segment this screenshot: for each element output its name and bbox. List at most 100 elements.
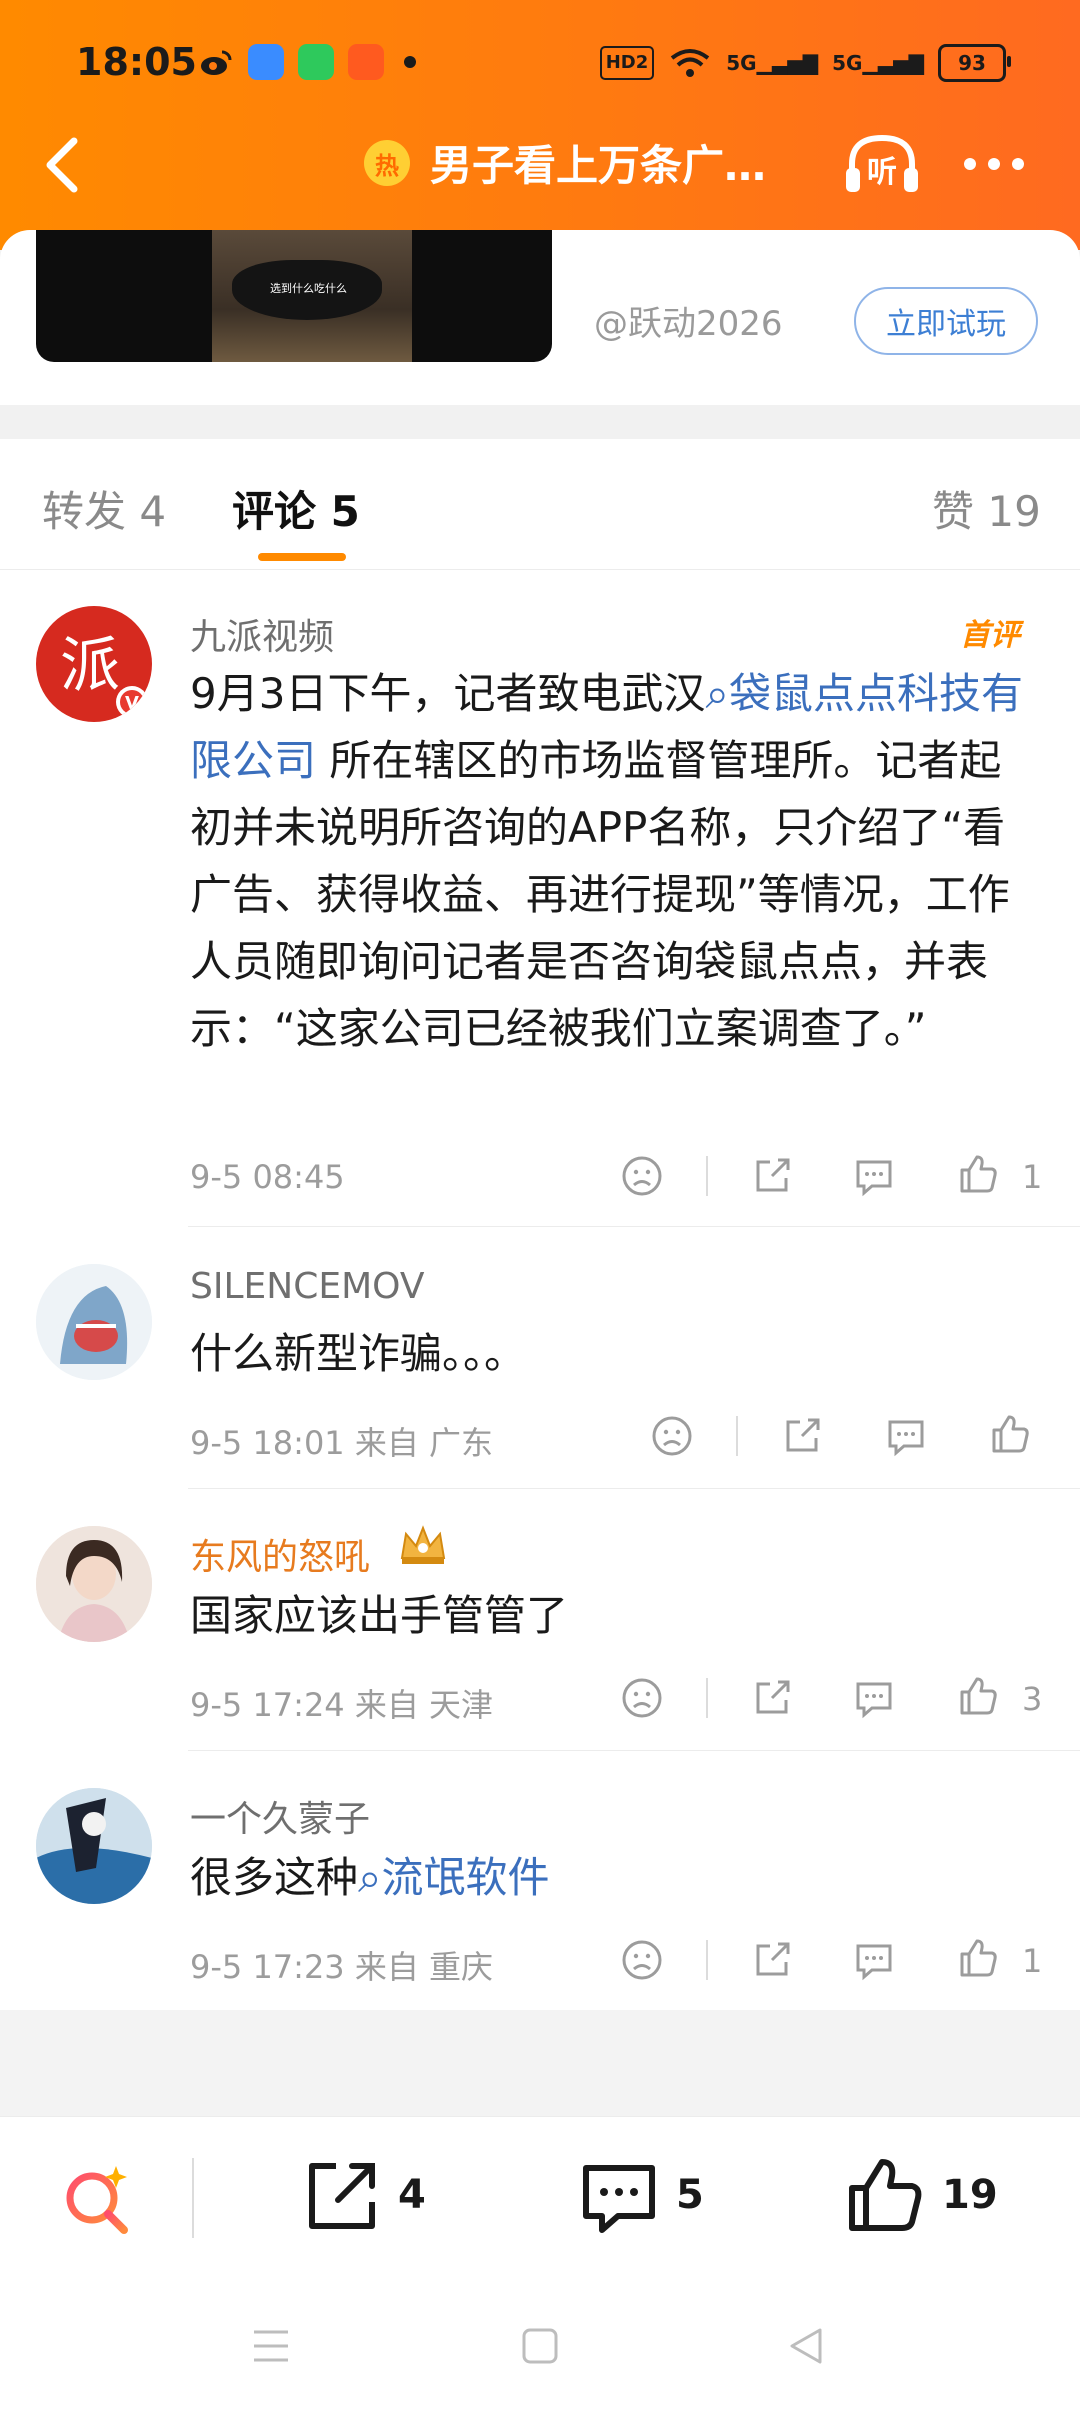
comment-time: 9-5 18:01 来自 广东 [190,1424,494,1462]
like-count-total: 19 [942,2172,998,2218]
action-separator [706,1156,708,1196]
hd-icon: HD2 [599,46,655,80]
share-button[interactable] [750,1676,794,1720]
comment-icon [583,2165,655,2233]
dislike-button[interactable] [650,1414,694,1458]
share-icon [309,2163,375,2229]
status-time: 18:05 [76,40,197,84]
comment-username[interactable]: 九派视频 [190,608,334,660]
try-now-button[interactable]: 立即试玩 [854,287,1038,355]
home-nav-button[interactable] [520,2326,560,2366]
share-icon [786,1418,820,1452]
tab-like[interactable]: 赞 19 [932,478,1041,539]
home-square-icon [522,2328,558,2364]
more-icon-dot-2 [988,158,1000,170]
like-icon [992,1415,1029,1453]
video-frame: 选到什么吃什么 [212,230,412,362]
like-button[interactable] [956,1152,1000,1196]
tab-active-indicator [258,553,346,561]
comment-text: 国家应该出手管管了 [190,1591,569,1640]
page-title[interactable]: 男子看上万条广… [430,132,766,193]
action-separator [706,1678,708,1718]
avatar[interactable] [36,1264,152,1380]
comment-count: 5 [676,2172,704,2218]
reply-button[interactable] [852,1938,896,1982]
comment-divider [188,1750,1080,1751]
bottom-separator [192,2158,194,2238]
like-button[interactable] [956,1936,1000,1980]
share-icon [756,1158,790,1192]
dislike-button[interactable] [620,1938,664,1982]
comment-time: 9-5 08:45 [190,1158,345,1196]
reply-button[interactable] [852,1676,896,1720]
share-button[interactable] [780,1414,824,1458]
tab-comment[interactable]: 评论 5 [232,478,360,539]
share-icon [756,1942,790,1976]
back-button[interactable] [38,135,88,195]
search-spark-icon [66,2166,128,2234]
listen-label: 听 [867,155,897,190]
reply-button[interactable] [884,1414,928,1458]
comment-icon [856,1682,892,1719]
ad-handle[interactable]: @跃动2026 [594,296,783,345]
comment-time: 9-5 17:24 来自 天津 [190,1686,494,1724]
back-triangle-icon [790,2328,822,2364]
more-icon-dot-3 [1012,158,1024,170]
reply-button[interactable] [852,1154,896,1198]
bottom-like-button[interactable] [844,2154,926,2236]
listen-icon: 听 [846,134,918,192]
more-icon-dot-1 [964,158,976,170]
listen-button[interactable]: 听 [842,130,922,196]
status-right-icons: HD2 5G▁▃▅▇ 5G▁▃▅▇ 93 [599,44,1011,82]
comment-username[interactable]: 一个久蒙子 [190,1790,370,1842]
comment-text: 什么新型诈骗。。。 [190,1329,527,1378]
repost-button[interactable] [300,2156,382,2238]
like-count: 1 [1022,1942,1043,1980]
status-app-icons [198,44,416,80]
like-count: 1 [1022,1158,1043,1196]
comment-icon [888,1420,924,1457]
comment-divider [188,1488,1080,1489]
app-blue-icon [248,44,284,80]
comment-time: 9-5 17:23 来自 重庆 [190,1948,494,1986]
repost-count: 4 [398,2172,426,2218]
comment-button[interactable] [578,2158,660,2240]
signal-5g-2: 5G▁▃▅▇ [832,51,924,75]
tab-repost[interactable]: 转发 4 [42,478,166,539]
signal-5g-1: 5G▁▃▅▇ [726,51,819,75]
share-button[interactable] [750,1938,794,1982]
section-gap [0,405,1080,439]
menu-nav-button[interactable] [250,2326,292,2366]
avatar[interactable] [36,1526,152,1642]
topic-link[interactable]: ⌕流氓软件 [358,1853,550,1902]
comment-username[interactable]: 东风的怒吼 [190,1528,370,1580]
svg-text:派: 派 [60,631,120,701]
search-spark-button[interactable] [58,2160,138,2240]
share-button[interactable] [750,1154,794,1198]
avatar[interactable]: 派V [36,606,152,722]
comment-username[interactable]: SILENCEMOV [190,1266,424,1307]
share-icon [756,1680,790,1714]
battery-icon: 93 [938,44,1011,82]
like-icon [960,1155,997,1193]
dislike-icon [622,1940,662,1980]
hot-badge: 热 [364,140,410,186]
avatar[interactable] [36,1788,152,1904]
back-nav-button[interactable] [786,2326,826,2366]
like-icon [960,1677,997,1715]
video-thumbnail[interactable]: 选到什么吃什么 [36,230,552,362]
action-separator [736,1416,738,1456]
comment-text: 很多这种⌕流氓软件 [190,1853,550,1902]
crown-badge-icon [396,1522,450,1570]
status-bar: 18:05 HD2 5G▁▃▅▇ 5G▁▃▅▇ 93 [0,0,1080,130]
more-button[interactable] [964,158,1024,170]
like-button[interactable] [956,1674,1000,1718]
like-button[interactable] [988,1412,1032,1456]
like-count: 3 [1022,1680,1043,1718]
like-icon [960,1939,997,1977]
menu-icon [254,2330,288,2362]
dislike-button[interactable] [620,1154,664,1198]
dislike-button[interactable] [620,1676,664,1720]
app-green-icon [298,44,334,80]
video-caption: 选到什么吃什么 [270,282,347,295]
